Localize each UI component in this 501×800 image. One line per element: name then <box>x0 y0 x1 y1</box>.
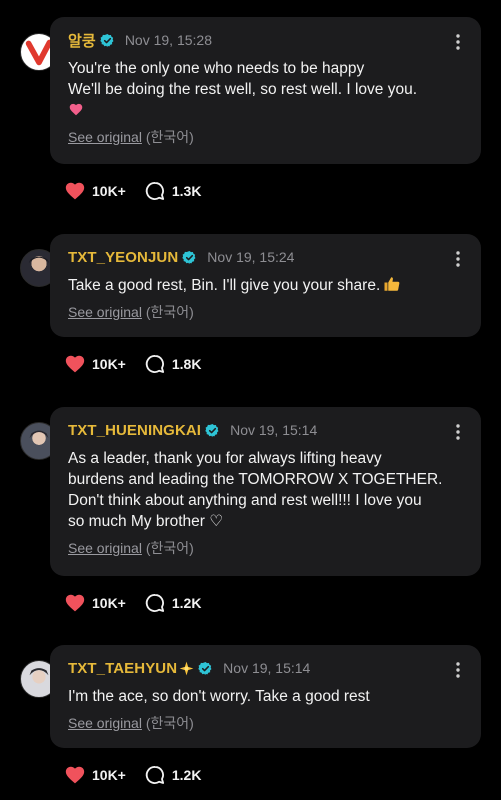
heart-icon <box>64 180 86 202</box>
post-actions: 10K+ 1.2K <box>64 764 219 786</box>
comment-icon <box>144 592 166 614</box>
comment-card: TXT_YEONJUN Nov 19, 15:24 Take a good re… <box>50 234 481 337</box>
comment-icon <box>144 180 166 202</box>
like-button[interactable]: 10K+ <box>64 592 126 614</box>
comment-text: Take a good rest, Bin. I'll give you you… <box>68 275 463 296</box>
like-count: 10K+ <box>92 356 126 372</box>
like-count: 10K+ <box>92 183 126 199</box>
see-original-link[interactable]: See original <box>68 540 142 556</box>
post-actions: 10K+ 1.2K <box>64 592 219 614</box>
post-actions: 10K+ 1.3K <box>64 180 219 202</box>
original-language: (한국어) <box>145 715 194 731</box>
original-language: (한국어) <box>145 129 194 145</box>
see-original: See original (한국어) <box>68 713 463 733</box>
like-button[interactable]: 10K+ <box>64 764 126 786</box>
see-original: See original (한국어) <box>68 127 463 147</box>
original-language: (한국어) <box>145 540 194 556</box>
comment-text: As a leader, thank you for always liftin… <box>68 450 443 530</box>
see-original-link[interactable]: See original <box>68 129 142 145</box>
comment-count: 1.2K <box>171 767 202 783</box>
comment-button[interactable]: 1.8K <box>144 353 202 375</box>
see-original-link[interactable]: See original <box>68 304 142 320</box>
comment-button[interactable]: 1.2K <box>144 592 202 614</box>
comment-text: You're the only one who needs to be happ… <box>68 58 463 121</box>
comment-button[interactable]: 1.3K <box>144 180 202 202</box>
heart-icon <box>64 353 86 375</box>
original-language: (한국어) <box>145 304 194 320</box>
more-options-icon[interactable] <box>449 250 467 268</box>
comment-count: 1.3K <box>171 183 202 199</box>
author-name[interactable]: TXT_YEONJUN <box>68 249 178 266</box>
sparkle-emoji-icon <box>179 661 194 675</box>
comment-button[interactable]: 1.2K <box>144 764 202 786</box>
verified-badge-icon <box>182 250 197 265</box>
like-button[interactable]: 10K+ <box>64 353 126 375</box>
more-options-icon[interactable] <box>449 423 467 441</box>
like-button[interactable]: 10K+ <box>64 180 126 202</box>
comment-icon <box>144 353 166 375</box>
pink-heart-emoji-icon <box>69 103 83 116</box>
see-original: See original (한국어) <box>68 538 463 558</box>
timestamp: Nov 19, 15:14 <box>223 660 311 676</box>
author-name[interactable]: 알쿵 <box>68 30 96 51</box>
heart-icon <box>64 764 86 786</box>
verified-badge-icon <box>198 661 213 676</box>
timestamp: Nov 19, 15:14 <box>230 422 318 438</box>
verified-badge-icon <box>100 33 115 48</box>
comment-card: TXT_HUENINGKAI Nov 19, 15:14 As a leader… <box>50 407 481 576</box>
like-count: 10K+ <box>92 595 126 611</box>
author-name[interactable]: TXT_TAEHYUN <box>68 660 177 677</box>
comment-icon <box>144 764 166 786</box>
comment-count: 1.2K <box>171 595 202 611</box>
heart-icon <box>64 592 86 614</box>
post-actions: 10K+ 1.8K <box>64 353 219 375</box>
timestamp: Nov 19, 15:28 <box>124 32 212 48</box>
comment-text: I'm the ace, so don't worry. Take a good… <box>68 688 370 705</box>
more-options-icon[interactable] <box>449 661 467 679</box>
see-original: See original (한국어) <box>68 302 463 322</box>
author-name[interactable]: TXT_HUENINGKAI <box>68 422 201 439</box>
like-count: 10K+ <box>92 767 126 783</box>
comment-card: 알쿵 Nov 19, 15:28 You're the only one who… <box>50 17 481 164</box>
see-original-link[interactable]: See original <box>68 715 142 731</box>
comment-card: TXT_TAEHYUN Nov 19, 15:14 I'm the ace, s… <box>50 645 481 748</box>
comment-count: 1.8K <box>171 356 202 372</box>
verified-badge-icon <box>205 423 220 438</box>
timestamp: Nov 19, 15:24 <box>207 249 295 265</box>
thumbs-up-emoji-icon <box>384 277 400 291</box>
more-options-icon[interactable] <box>449 33 467 51</box>
